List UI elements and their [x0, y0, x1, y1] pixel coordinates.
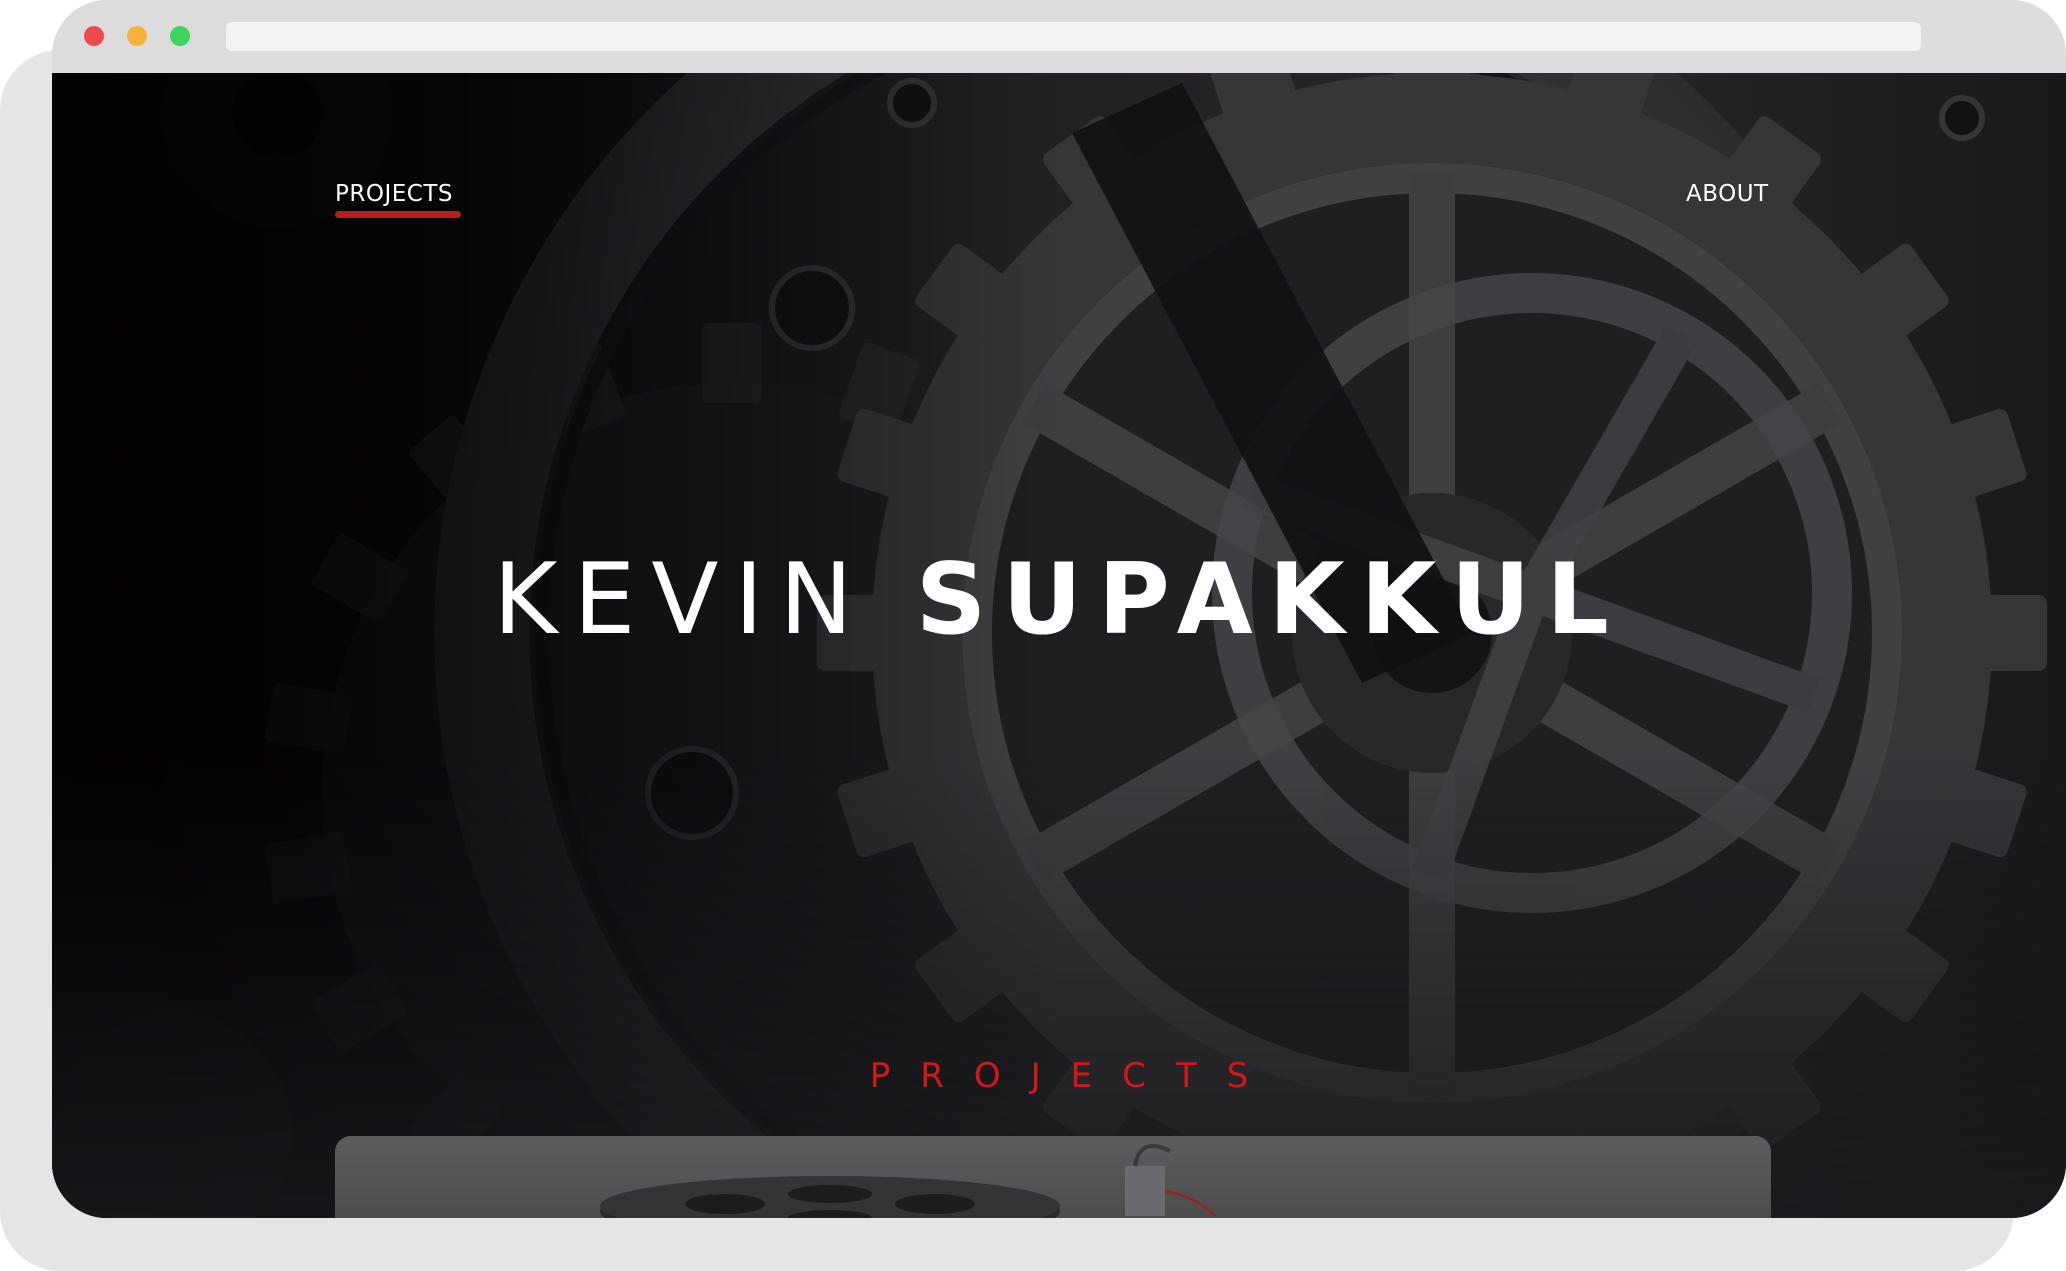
page-viewport: PROJECTS ABOUT KEVIN SUPAKKUL PROJECTS	[52, 73, 2066, 1218]
project-card-image	[335, 1136, 1771, 1218]
browser-window: PROJECTS ABOUT KEVIN SUPAKKUL PROJECTS	[52, 0, 2066, 1218]
address-bar[interactable]	[226, 22, 1921, 51]
hero-last-name: SUPAKKUL	[915, 543, 1625, 657]
screenshot-stage: PROJECTS ABOUT KEVIN SUPAKKUL PROJECTS	[0, 0, 2066, 1271]
nav-active-underline	[335, 211, 461, 218]
browser-titlebar	[52, 0, 2066, 73]
minimize-window-dot[interactable]	[127, 26, 147, 46]
hero-first-name: KEVIN	[493, 543, 869, 657]
project-card[interactable]	[335, 1136, 1771, 1218]
hero-name-title: KEVIN SUPAKKUL	[52, 543, 2066, 657]
nav-about-link[interactable]: ABOUT	[1686, 181, 1769, 207]
maximize-window-dot[interactable]	[170, 26, 190, 46]
close-window-dot[interactable]	[84, 26, 104, 46]
nav-projects-link[interactable]: PROJECTS	[335, 181, 453, 207]
projects-section-title: PROJECTS	[869, 1056, 1279, 1096]
